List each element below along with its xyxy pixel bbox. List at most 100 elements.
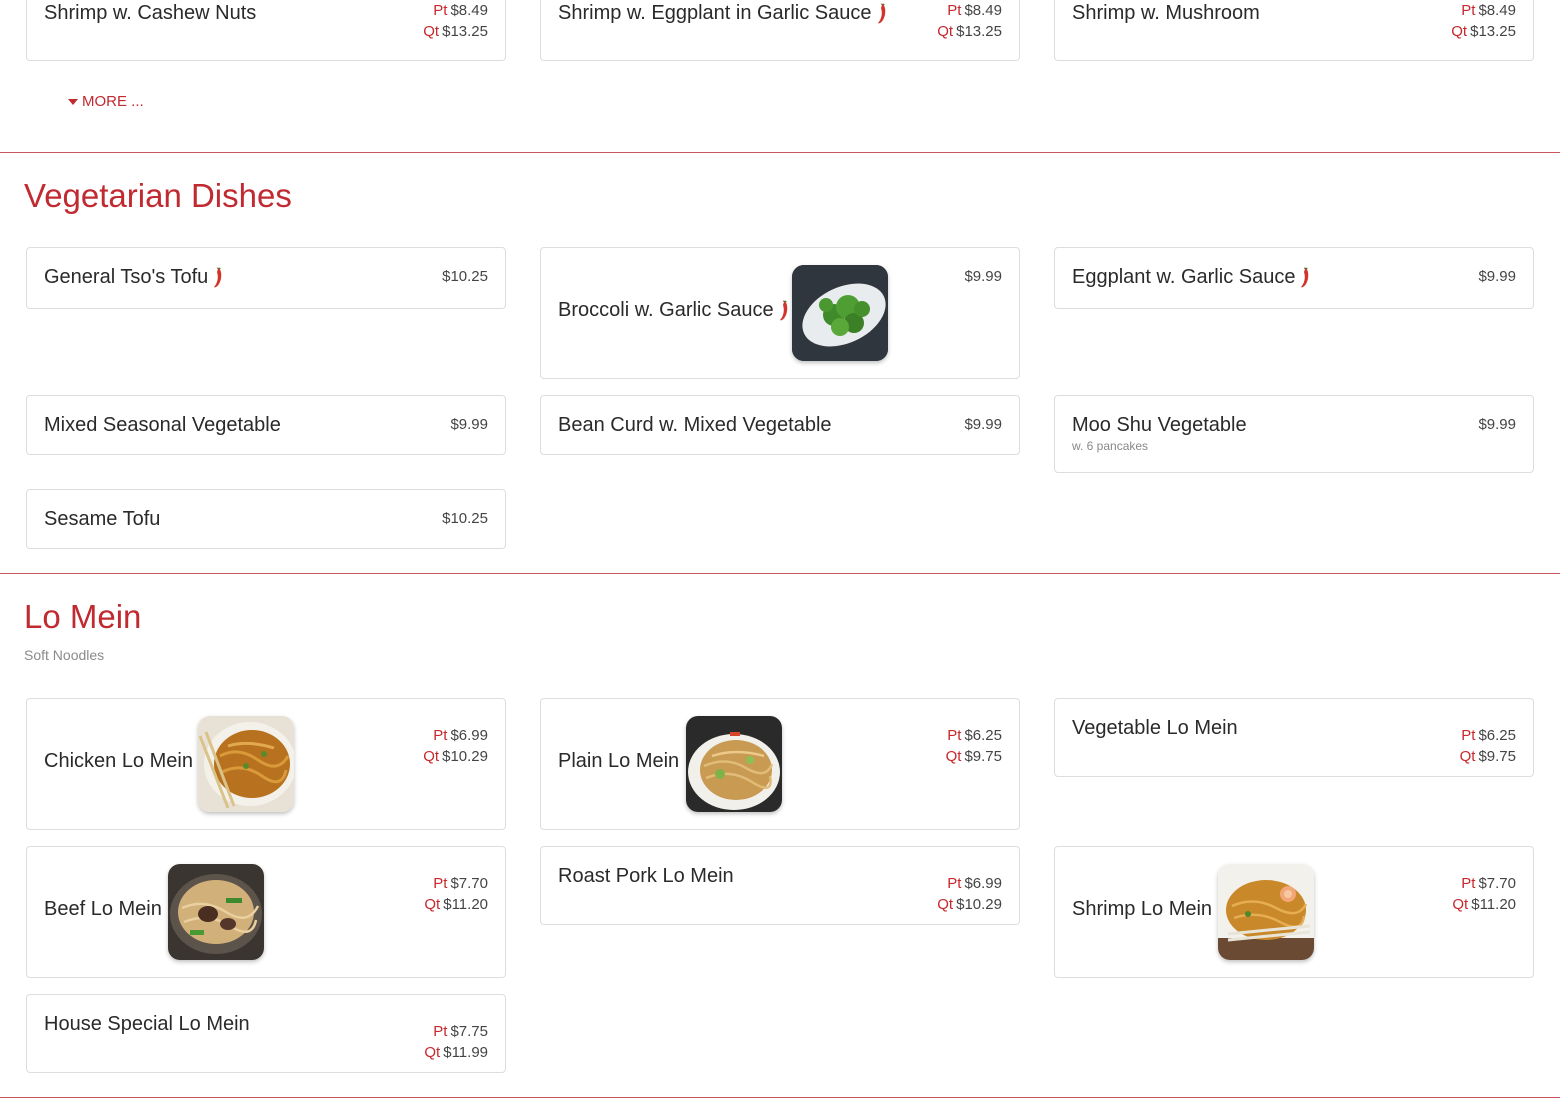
price: $10.25: [442, 510, 488, 527]
price-box: Pt $6.99 Qt $10.29: [423, 725, 488, 767]
menu-item-card[interactable]: Chicken Lo Mein Pt $6.99 Qt $10.29: [26, 698, 506, 830]
quart-label: Qt: [1459, 748, 1476, 765]
menu-item-name: Roast Pork Lo Mein: [558, 865, 734, 887]
price-box: Pt $7.70 Qt $11.20: [1452, 873, 1516, 915]
quart-price: $11.20: [1471, 896, 1516, 913]
menu-item-card[interactable]: Vegetable Lo Mein Pt $6.25 Qt $9.75: [1054, 698, 1534, 777]
menu-item-card[interactable]: Bean Curd w. Mixed Vegetable $9.99: [540, 395, 1020, 455]
menu-item-name: Shrimp w. Cashew Nuts: [44, 2, 257, 24]
menu-item-card[interactable]: Plain Lo Mein Pt $6.25 Qt $9.75: [540, 698, 1020, 830]
pint-price: $7.70: [450, 875, 488, 892]
menu-item-card[interactable]: Mixed Seasonal Vegetable $9.99: [26, 395, 506, 455]
menu-item-card[interactable]: Sesame Tofu $10.25: [26, 489, 506, 549]
price-box: $9.99: [964, 266, 1002, 287]
quart-label: Qt: [937, 23, 954, 40]
price: $9.99: [1478, 268, 1516, 285]
price-box: $10.25: [442, 266, 488, 287]
menu-item-card[interactable]: Shrimp w. Eggplant in Garlic Sauce Pt $8.…: [540, 0, 1020, 61]
menu-item-card[interactable]: Eggplant w. Garlic Sauce $9.99: [1054, 247, 1534, 309]
pint-label: Pt: [1461, 727, 1476, 744]
menu-item-name: Shrimp w. Eggplant in Garlic Sauce: [558, 2, 887, 25]
quart-label: Qt: [423, 23, 440, 40]
pint-label: Pt: [433, 875, 448, 892]
broccoli-photo[interactable]: [792, 265, 888, 361]
caret-down-icon: [68, 98, 78, 105]
menu-item-card[interactable]: Shrimp w. Mushroom Pt $8.49 Qt $13.25: [1054, 0, 1534, 61]
menu-item-card[interactable]: Shrimp w. Cashew Nuts Pt $8.49 Qt $13.25: [26, 0, 506, 61]
price-box: $9.99: [450, 414, 488, 435]
section-divider: [0, 1097, 1560, 1098]
menu-item-name: Sesame Tofu: [44, 508, 161, 530]
price-box: $10.25: [442, 508, 488, 529]
price-box: Pt $7.75 Qt $11.99: [424, 1021, 488, 1063]
quart-price: $13.25: [1470, 23, 1516, 40]
menu-item-name: General Tso's Tofu: [44, 266, 223, 289]
beef-lo-mein-photo[interactable]: [168, 864, 264, 960]
pint-price: $8.49: [450, 2, 488, 19]
chili-pepper-icon: [1300, 267, 1310, 289]
price-box: Pt $7.70 Qt $11.20: [424, 873, 488, 915]
pint-price: $6.99: [964, 875, 1002, 892]
pint-label: Pt: [433, 2, 448, 19]
pint-label: Pt: [1461, 2, 1476, 19]
price: $9.99: [964, 416, 1002, 433]
section-divider: [0, 152, 1560, 153]
menu-item-card[interactable]: Roast Pork Lo Mein Pt $6.99 Qt $10.29: [540, 846, 1020, 925]
pint-label: Pt: [947, 727, 962, 744]
price: $9.99: [450, 416, 488, 433]
menu-item-name: Shrimp w. Mushroom: [1072, 2, 1260, 24]
menu-item-card[interactable]: Moo Shu Vegetable w. 6 pancakes $9.99: [1054, 395, 1534, 473]
menu-item-card[interactable]: House Special Lo Mein Pt $7.75 Qt $11.99: [26, 994, 506, 1073]
section-subtitle: Soft Noodles: [24, 647, 105, 663]
menu-item-name: House Special Lo Mein: [44, 1013, 250, 1035]
section-title: Vegetarian Dishes: [24, 177, 292, 214]
menu-item-name: Broccoli w. Garlic Sauce: [558, 299, 789, 322]
quart-label: Qt: [1452, 896, 1469, 913]
section-title: Lo Mein: [24, 598, 142, 635]
price-box: Pt $6.25 Qt $9.75: [1460, 725, 1516, 767]
quart-label: Qt: [937, 896, 954, 913]
pint-label: Pt: [433, 727, 448, 744]
pint-price: $8.49: [964, 2, 1002, 19]
menu-item-name: Plain Lo Mein: [558, 750, 680, 772]
price-box: Pt $8.49 Qt $13.25: [937, 0, 1002, 42]
menu-item-name: Bean Curd w. Mixed Vegetable: [558, 414, 832, 436]
shrimp-lo-mein-photo[interactable]: [1218, 864, 1314, 960]
menu-item-name: Shrimp Lo Mein: [1072, 898, 1213, 920]
plain-lo-mein-photo[interactable]: [686, 716, 782, 812]
price-box: Pt $6.25 Qt $9.75: [946, 725, 1002, 767]
quart-price: $10.29: [956, 896, 1002, 913]
menu-item-name: Chicken Lo Mein: [44, 750, 193, 772]
price: $9.99: [964, 268, 1002, 285]
menu-item-name: Moo Shu Vegetable: [1072, 414, 1247, 436]
pint-price: $6.25: [1478, 727, 1516, 744]
price-box: $9.99: [1478, 414, 1516, 435]
pint-label: Pt: [1461, 875, 1476, 892]
menu-item-card[interactable]: Beef Lo Mein Pt $7.70 Qt $11.20: [26, 846, 506, 978]
more-link-label: MORE ...: [82, 93, 144, 110]
menu-item-card[interactable]: Broccoli w. Garlic Sauce $9.99: [540, 247, 1020, 379]
pint-label: Pt: [947, 2, 962, 19]
quart-price: $10.29: [442, 748, 488, 765]
chili-pepper-icon: [877, 3, 887, 25]
menu-item-card[interactable]: Shrimp Lo Mein Pt $7.70 Qt $11.20: [1054, 846, 1534, 978]
quart-price: $9.75: [964, 748, 1002, 765]
section-divider: [0, 573, 1560, 574]
menu-item-card[interactable]: General Tso's Tofu $10.25: [26, 247, 506, 309]
pint-label: Pt: [433, 1023, 448, 1040]
quart-label: Qt: [945, 748, 962, 765]
quart-price: $11.20: [443, 896, 488, 913]
quart-price: $13.25: [442, 23, 488, 40]
more-link[interactable]: MORE ...: [68, 93, 144, 110]
quart-price: $9.75: [1478, 748, 1516, 765]
chicken-lo-mein-photo[interactable]: [198, 716, 294, 812]
chili-pepper-icon: [779, 300, 789, 322]
quart-label: Qt: [424, 1044, 441, 1061]
price-box: $9.99: [964, 414, 1002, 435]
quart-price: $11.99: [443, 1044, 488, 1061]
menu-item-note: w. 6 pancakes: [1072, 439, 1149, 453]
price: $9.99: [1478, 416, 1516, 433]
pint-price: $7.75: [450, 1023, 488, 1040]
price-box: Pt $8.49 Qt $13.25: [1451, 0, 1516, 42]
chili-pepper-icon: [213, 267, 223, 289]
